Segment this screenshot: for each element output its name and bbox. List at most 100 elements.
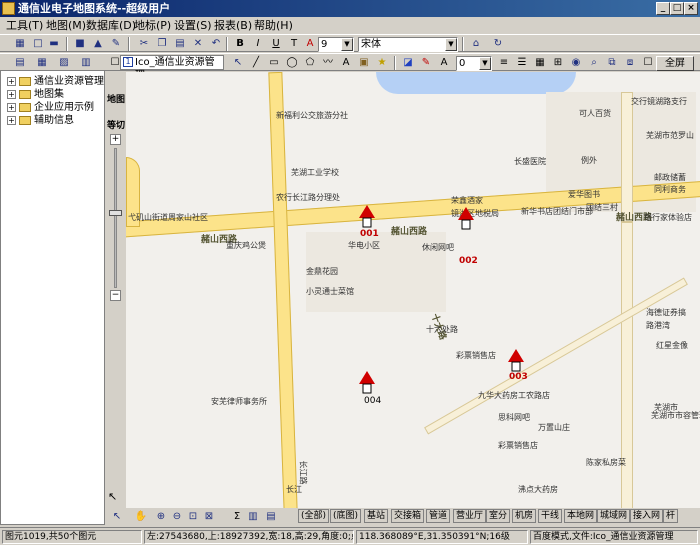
- font-name-select[interactable]: 宋体 ▼: [358, 37, 458, 52]
- line-style-icon[interactable]: ≡: [496, 55, 512, 70]
- pointer-icon[interactable]: ↖: [108, 490, 117, 503]
- menu-help[interactable]: 帮助(H): [254, 18, 293, 33]
- polyline-icon[interactable]: 〰: [320, 55, 336, 70]
- expand-icon[interactable]: +: [7, 102, 16, 112]
- table-icon[interactable]: ⊞: [550, 55, 566, 70]
- tree-item-resource[interactable]: + 通信业资源管理: [7, 76, 104, 88]
- zoom-slider-thumb[interactable]: [109, 210, 122, 216]
- ungroup-icon[interactable]: ⧈: [622, 55, 638, 70]
- group-icon[interactable]: ⧉: [604, 55, 620, 70]
- layer-remove-icon[interactable]: ▨: [56, 55, 72, 70]
- report-icon[interactable]: ▤: [263, 509, 279, 524]
- station-marker-002[interactable]: [457, 207, 475, 231]
- menu-settings[interactable]: 设置(S): [174, 18, 212, 33]
- open-folder-icon[interactable]: ▬: [46, 36, 62, 51]
- font-size-select[interactable]: 9 ▼: [318, 37, 354, 52]
- image-icon[interactable]: ▣: [356, 55, 372, 70]
- underline-icon[interactable]: U: [268, 36, 284, 51]
- expand-icon[interactable]: +: [7, 115, 16, 125]
- close-button[interactable]: ×: [684, 2, 698, 15]
- layer-tab-station[interactable]: 基站: [364, 509, 389, 523]
- polygon-icon[interactable]: ⬠: [302, 55, 318, 70]
- font-color-icon[interactable]: A: [302, 36, 318, 51]
- zoom-slider-track[interactable]: [114, 148, 117, 288]
- zoom-extent-icon[interactable]: ⊠: [201, 509, 217, 524]
- menu-map[interactable]: 地图(M): [46, 18, 86, 33]
- layer-tab-pole[interactable]: 杆: [663, 509, 679, 523]
- menu-report[interactable]: 报表(B): [214, 18, 252, 33]
- tree-item-atlas[interactable]: + 地图集: [7, 89, 64, 101]
- select-arrow-icon[interactable]: ↖: [109, 509, 125, 524]
- station-marker-003[interactable]: [507, 349, 525, 373]
- undo-icon[interactable]: ↶: [208, 36, 224, 51]
- station-marker-001[interactable]: [358, 205, 376, 229]
- zoom-in-icon[interactable]: ⊕: [153, 509, 169, 524]
- chevron-down-icon[interactable]: ▼: [341, 38, 353, 51]
- sum-icon[interactable]: Σ: [229, 509, 245, 524]
- strikethrough-icon[interactable]: T: [286, 36, 302, 51]
- expand-icon[interactable]: +: [7, 76, 16, 86]
- lock-icon[interactable]: ▲: [90, 36, 106, 51]
- line-color-icon[interactable]: ✎: [418, 55, 434, 70]
- italic-icon[interactable]: I: [250, 36, 266, 51]
- layer-tab-cabinet[interactable]: 交接箱: [391, 509, 425, 523]
- menu-database[interactable]: 数据库(D): [86, 18, 136, 33]
- tree-item-enterprise[interactable]: + 企业应用示例: [7, 102, 94, 114]
- layer-tab-trunk[interactable]: 干线: [538, 509, 563, 523]
- layer-tab-local[interactable]: 本地网: [564, 509, 598, 523]
- fullscreen-button[interactable]: 全屏: [656, 56, 694, 71]
- new-file-icon[interactable]: □: [30, 36, 46, 51]
- layers-icon[interactable]: ▦: [12, 36, 28, 51]
- fill-color-icon[interactable]: ◪: [400, 55, 416, 70]
- rectangle-icon[interactable]: ▭: [266, 55, 282, 70]
- tools-icon[interactable]: ✎: [108, 36, 124, 51]
- select-arrow-icon[interactable]: ↖: [230, 55, 246, 70]
- station-marker-004[interactable]: [358, 371, 376, 395]
- globe-icon[interactable]: ◉: [568, 55, 584, 70]
- tree-item-auxiliary[interactable]: + 辅助信息: [7, 115, 74, 127]
- zoom-out-icon[interactable]: −: [110, 290, 121, 301]
- minimize-button[interactable]: _: [656, 2, 670, 15]
- zoom-in-icon[interactable]: +: [110, 134, 121, 145]
- layer-tab-hall[interactable]: 营业厅: [453, 509, 487, 523]
- layer-tab-metro[interactable]: 城域网: [597, 509, 631, 523]
- cut-icon[interactable]: ✂: [136, 36, 152, 51]
- paste-icon[interactable]: ▤: [172, 36, 188, 51]
- refresh-icon[interactable]: ↻: [490, 36, 506, 51]
- layer-add-icon[interactable]: ▦: [34, 55, 50, 70]
- layer-tab-access[interactable]: 接入网: [630, 509, 664, 523]
- maximize-button[interactable]: □: [670, 2, 684, 15]
- delete-icon[interactable]: ✕: [190, 36, 206, 51]
- grid-icon[interactable]: ▦: [532, 55, 548, 70]
- bold-icon[interactable]: B: [232, 36, 248, 51]
- map-document-tab[interactable]: 1 Ico_通信业资源管理: [120, 55, 224, 81]
- symbol-icon[interactable]: ★: [374, 55, 390, 70]
- layer-list-icon[interactable]: ▤: [12, 55, 28, 70]
- map-canvas[interactable]: 赭山西路 赭山西路 赭山西路 十大路 新福利公交旅游分社 芜湖工业学校 农行长江…: [126, 72, 700, 508]
- expand-icon[interactable]: +: [7, 89, 16, 99]
- line-width-select[interactable]: 0 ▼: [456, 56, 492, 71]
- ellipse-icon[interactable]: ◯: [284, 55, 300, 70]
- layer-props-icon[interactable]: ▥: [78, 55, 94, 70]
- menu-landmark[interactable]: 地标(P): [134, 18, 171, 33]
- chart-icon[interactable]: ▥: [245, 509, 261, 524]
- text-color-icon[interactable]: A: [436, 55, 452, 70]
- layer-tab-indoor[interactable]: 室分: [486, 509, 511, 523]
- layer-tab-room[interactable]: 机房: [512, 509, 537, 523]
- menu-tools[interactable]: 工具(T): [6, 18, 43, 33]
- pan-hand-icon[interactable]: ✋: [133, 509, 149, 524]
- align-icon[interactable]: ☰: [514, 55, 530, 70]
- zoom-window-icon[interactable]: ⊡: [185, 509, 201, 524]
- layer-tab-all[interactable]: (全部): [298, 509, 330, 523]
- chevron-down-icon[interactable]: ▼: [445, 38, 457, 51]
- layer-tab-base[interactable]: (底图): [330, 509, 362, 523]
- line-icon[interactable]: ╱: [248, 55, 264, 70]
- fullscreen-checkbox[interactable]: ☐: [640, 55, 656, 70]
- text-tool-icon[interactable]: A: [338, 55, 354, 70]
- copy-icon[interactable]: ❐: [154, 36, 170, 51]
- save-icon[interactable]: ■: [72, 36, 88, 51]
- layer-tab-pipe[interactable]: 管道: [426, 509, 451, 523]
- home-icon[interactable]: ⌂: [468, 36, 484, 51]
- chevron-down-icon[interactable]: ▼: [479, 57, 491, 70]
- search-icon[interactable]: ⌕: [586, 55, 602, 70]
